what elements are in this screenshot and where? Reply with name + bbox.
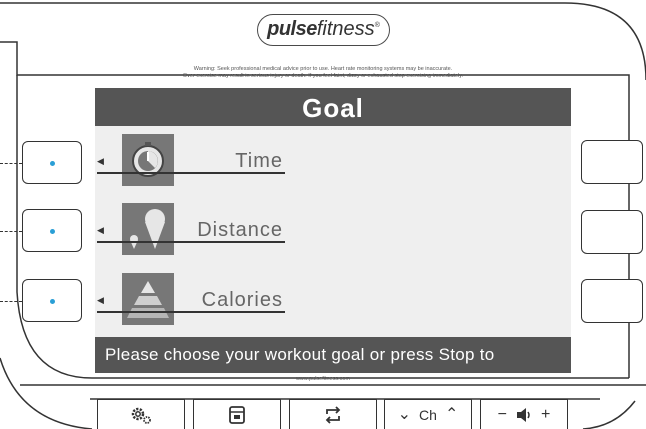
leader-line [0, 163, 22, 164]
goal-underline [97, 311, 285, 313]
brand-name-bold: pulse [267, 18, 317, 40]
indicator-dot [50, 299, 55, 304]
left-select-button-3[interactable] [22, 279, 82, 322]
pyramid-icon [122, 273, 174, 325]
left-select-button-2[interactable] [22, 209, 82, 252]
left-arrow-icon: ◀ [97, 156, 104, 166]
website-url: www.pulsefitness.com [295, 376, 351, 382]
goal-label-calories: Calories [201, 289, 283, 311]
indicator-dot [50, 161, 55, 166]
channel-control[interactable]: ⌄ Ch ⌃ [384, 399, 472, 429]
warning-line-2: Over exercise may result in serious inju… [182, 73, 464, 79]
warning-line-1: Warning: Seek professional medical advic… [193, 66, 453, 72]
leader-line [0, 301, 22, 302]
right-select-button-3[interactable] [581, 279, 643, 323]
brand-logo: pulsefitness® [257, 14, 390, 46]
registered-mark: ® [374, 22, 380, 29]
chevron-up-icon[interactable]: ⌃ [445, 406, 458, 423]
stopwatch-icon [122, 134, 174, 186]
window-switch-button[interactable] [193, 399, 281, 429]
goal-underline [97, 172, 285, 174]
screen-title: Goal [95, 88, 571, 126]
repeat-icon [325, 405, 341, 424]
settings-gears-icon [131, 407, 151, 424]
right-select-button-1[interactable] [581, 140, 643, 184]
goal-label-time: Time [235, 150, 283, 172]
leader-line [0, 231, 22, 232]
window-switch-icon [229, 405, 245, 424]
left-arrow-icon: ◀ [97, 295, 104, 305]
right-select-button-2[interactable] [581, 210, 643, 254]
goal-option-distance[interactable]: ◀ Distance [95, 201, 571, 259]
channel-label: Ch [419, 406, 437, 423]
goal-option-calories[interactable]: ◀ Calories [95, 271, 571, 329]
display-screen: Goal ◀ Time ◀ Distance ◀ Calories Please… [95, 88, 571, 373]
indicator-dot [50, 229, 55, 234]
speaker-icon [517, 407, 530, 422]
chevron-down-icon[interactable]: ⌄ [398, 406, 411, 423]
console: pulsefitness® Warning: Seek professional… [0, 0, 646, 429]
instruction-prompt: Please choose your workout goal or press… [95, 337, 571, 373]
goal-underline [97, 241, 285, 243]
map-pin-icon [122, 203, 174, 255]
repeat-button[interactable] [289, 399, 377, 429]
settings-button[interactable] [97, 399, 185, 429]
left-select-button-1[interactable] [22, 141, 82, 184]
volume-down-button[interactable]: − [498, 406, 507, 423]
left-arrow-icon: ◀ [97, 225, 104, 235]
brand-name-light: fitness [316, 18, 375, 40]
volume-control[interactable]: − + [480, 399, 568, 429]
goal-label-distance: Distance [197, 219, 283, 241]
volume-up-button[interactable]: + [541, 406, 550, 423]
goal-option-time[interactable]: ◀ Time [95, 132, 571, 190]
